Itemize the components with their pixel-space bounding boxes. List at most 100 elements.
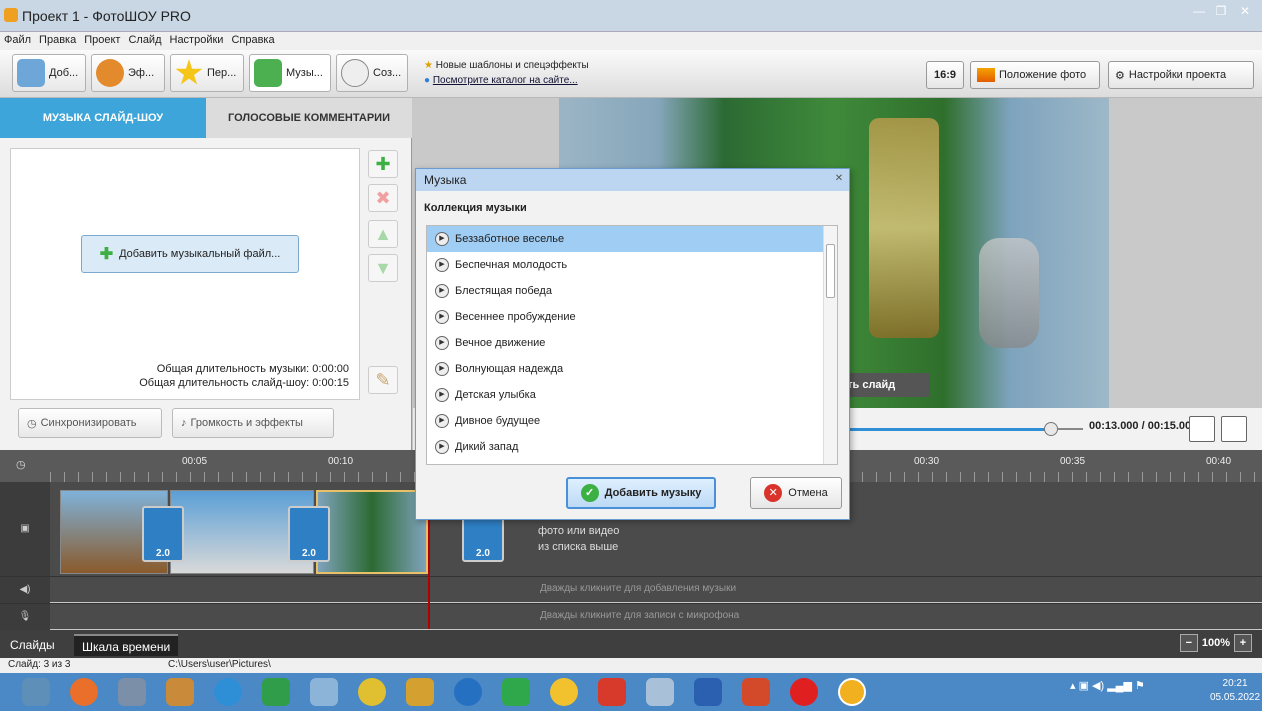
film-reel-icon <box>341 59 369 87</box>
fotoshow-icon[interactable] <box>838 678 866 706</box>
list-item[interactable]: ▶ Дикий запад <box>427 434 823 460</box>
menu-settings[interactable]: Настройки <box>166 32 228 48</box>
cancel-button[interactable]: ✕ Отмена <box>750 477 842 509</box>
start-icon[interactable] <box>22 678 50 706</box>
delete-icon[interactable]: ✖ <box>368 184 398 212</box>
menu-project[interactable]: Проект <box>80 32 124 48</box>
menu-edit[interactable]: Правка <box>35 32 80 48</box>
tab-transitions[interactable]: Пер... <box>170 54 244 92</box>
scroll-thumb[interactable] <box>826 244 835 298</box>
keys-image <box>869 118 939 338</box>
tab-create[interactable]: Соз... <box>336 54 408 92</box>
headphones-icon[interactable] <box>454 678 482 706</box>
chrome-icon[interactable] <box>550 678 578 706</box>
calculator-icon[interactable] <box>646 678 674 706</box>
ruler-label: 00:05 <box>182 456 208 467</box>
clock-icon: ◷ <box>16 459 26 471</box>
add-music-file-button[interactable]: ✚ Добавить музыкальный файл... <box>81 235 299 273</box>
play-icon[interactable]: ▶ <box>435 232 449 246</box>
app-icon[interactable] <box>166 678 194 706</box>
powerpoint-icon[interactable] <box>742 678 770 706</box>
play-icon[interactable]: ▶ <box>435 310 449 324</box>
app-icon[interactable] <box>70 678 98 706</box>
tab-timeline[interactable]: Шкала времени <box>74 634 179 656</box>
move-up-icon[interactable]: ▲ <box>368 220 398 248</box>
seek-handle[interactable] <box>1044 422 1059 436</box>
list-item[interactable]: ▶ Беспечная молодость <box>427 252 823 278</box>
play-icon[interactable]: ▶ <box>435 258 449 272</box>
zoom-in-button[interactable]: + <box>1234 634 1252 652</box>
dialog-close-icon[interactable]: ✕ <box>833 173 845 185</box>
photo-position-icon <box>977 68 995 82</box>
tab-voice-comments[interactable]: ГОЛОСОВЫЕ КОММЕНТАРИИ <box>206 98 412 138</box>
slide-thumbnail-selected[interactable] <box>316 490 428 574</box>
menu-file[interactable]: Файл <box>0 32 35 48</box>
app-icon[interactable] <box>358 678 386 706</box>
tab-add[interactable]: Доб... <box>12 54 86 92</box>
app-icon[interactable] <box>118 678 146 706</box>
music-note-icon <box>254 59 282 87</box>
menu-help[interactable]: Справка <box>227 32 278 48</box>
sync-button[interactable]: ◷ Синхронизировать <box>18 408 162 438</box>
mic-track[interactable]: 🎙 Дважды кликните для записи с микрофона <box>0 603 1262 630</box>
project-settings-button[interactable]: ⚙ Настройки проекта <box>1108 61 1254 89</box>
opera-icon[interactable] <box>790 678 818 706</box>
close-icon[interactable]: ✕ <box>1234 4 1256 20</box>
internet-explorer-icon[interactable] <box>214 678 242 706</box>
list-item[interactable]: ▶ Вечное движение <box>427 330 823 356</box>
check-icon: ✓ <box>580 484 599 502</box>
move-down-icon[interactable]: ▼ <box>368 254 398 282</box>
music-list-area[interactable]: ✚ Добавить музыкальный файл... Общая дли… <box>10 148 360 400</box>
list-item[interactable]: ▶ Беззаботное веселье <box>427 226 823 252</box>
play-icon[interactable]: ▶ <box>435 336 449 350</box>
music-track-hint: Дважды кликните для добавления музыки <box>540 583 737 594</box>
minimize-icon[interactable]: — <box>1188 4 1210 20</box>
zoom-out-button[interactable]: − <box>1179 634 1198 652</box>
add-icon[interactable]: ✚ <box>368 150 398 178</box>
menu-slide[interactable]: Слайд <box>124 32 165 48</box>
zoom-control: − 100% + <box>1179 634 1252 652</box>
photo-icon <box>17 59 45 87</box>
speaker-icon: ◀) <box>0 577 50 603</box>
volume-effects-button[interactable]: ♪ Громкость и эффекты <box>172 408 334 438</box>
system-tray[interactable]: ▴ ▣ ◀) ▂▄▆ ⚑ <box>1070 679 1145 692</box>
tab-slideshow-music[interactable]: МУЗЫКА СЛАЙД-ШОУ <box>0 98 206 138</box>
app-icon[interactable] <box>406 678 434 706</box>
list-item[interactable]: ▶ Весеннее пробуждение <box>427 304 823 330</box>
catalog-link[interactable]: Посмотрите каталог на сайте... <box>433 75 578 86</box>
paint-icon[interactable] <box>310 678 338 706</box>
tab-music[interactable]: Музы... <box>249 54 331 92</box>
list-item[interactable]: ▶ Детская улыбка <box>427 382 823 408</box>
play-icon[interactable]: ▶ <box>435 362 449 376</box>
maximize-icon[interactable]: ❐ <box>1210 4 1232 20</box>
music-panel: МУЗЫКА СЛАЙД-ШОУ ГОЛОСОВЫЕ КОММЕНТАРИИ ✚… <box>0 98 412 450</box>
clock[interactable]: 20:21 05.05.2022 <box>1210 677 1260 705</box>
status-bar: Слайд: 3 из 3 C:\Users\user\Pictures\ <box>0 658 1262 673</box>
tab-slides[interactable]: Слайды <box>2 634 63 656</box>
app-icon[interactable] <box>502 678 530 706</box>
ruler-label: 00:40 <box>1206 456 1232 467</box>
play-icon[interactable]: ▶ <box>435 440 449 454</box>
aspect-ratio-button[interactable]: 16:9 <box>926 61 964 89</box>
list-item[interactable]: ▶ Блестящая победа <box>427 278 823 304</box>
list-item[interactable]: ▶ Волнующая надежда <box>427 356 823 382</box>
music-track[interactable]: ◀) Дважды кликните для добавления музыки <box>0 576 1262 603</box>
play-icon[interactable]: ▶ <box>435 414 449 428</box>
fullscreen-icon[interactable] <box>1221 416 1247 442</box>
acrobat-icon[interactable] <box>598 678 626 706</box>
seek-progress[interactable] <box>843 428 1052 431</box>
word-icon[interactable] <box>694 678 722 706</box>
excel-icon[interactable] <box>262 678 290 706</box>
play-icon[interactable]: ▶ <box>435 388 449 402</box>
play-icon[interactable]: ▶ <box>435 284 449 298</box>
transition-badge[interactable]: 2.0 <box>142 506 184 562</box>
add-music-button[interactable]: ✓ Добавить музыку <box>566 477 716 509</box>
film-icon: ▣ <box>0 482 50 576</box>
music-collection-list[interactable]: ▶ Беззаботное веселье ▶ Беспечная молодост… <box>426 225 838 465</box>
transition-badge[interactable]: 2.0 <box>288 506 330 562</box>
photo-position-button[interactable]: Положение фото <box>970 61 1100 89</box>
list-item[interactable]: ▶ Дивное будущее <box>427 408 823 434</box>
brush-icon[interactable]: ✎ <box>368 366 398 394</box>
camera-icon[interactable] <box>1189 416 1215 442</box>
tab-effects[interactable]: Эф... <box>91 54 165 92</box>
